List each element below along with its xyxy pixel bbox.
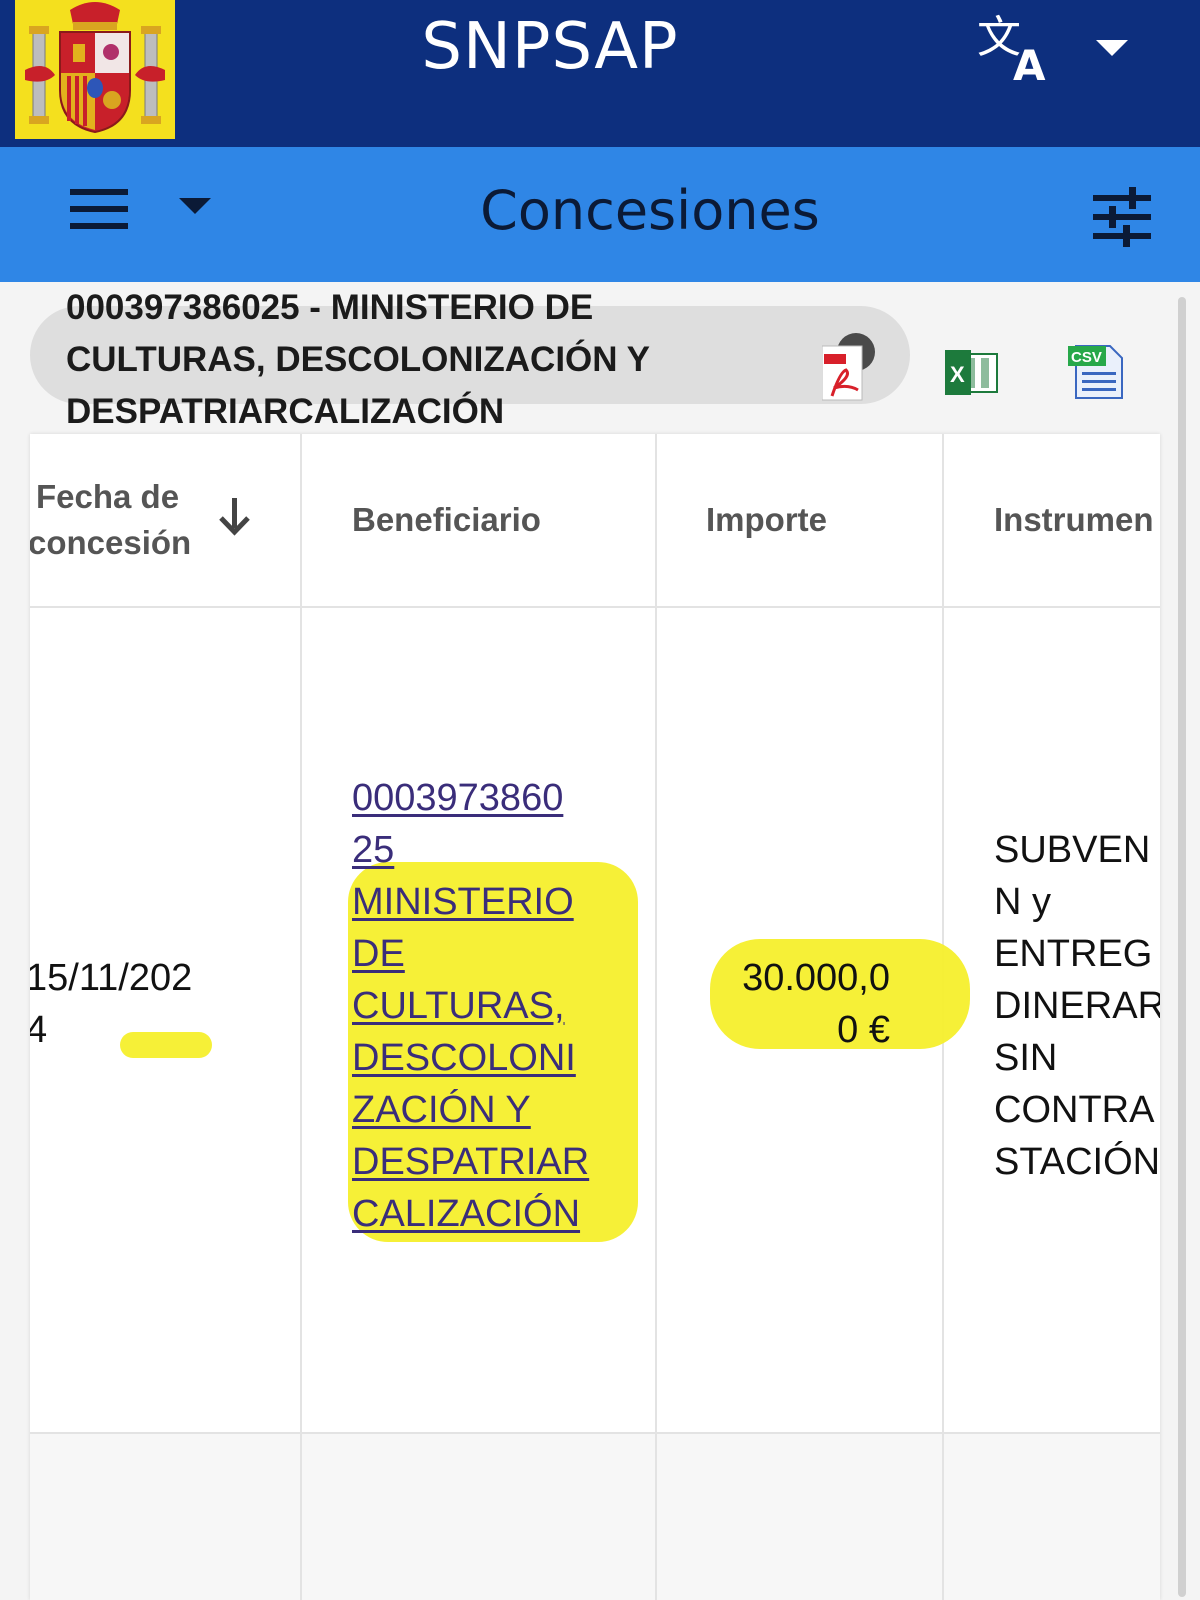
column-header-beneficiario[interactable]: Beneficiario	[352, 497, 541, 543]
caret-down-icon[interactable]	[175, 192, 215, 222]
cell-line: 4	[30, 1009, 48, 1051]
table-row[interactable]	[30, 1434, 1160, 1600]
cell-beneficiario-link[interactable]: 0003973860 25 MINISTERIO DE CULTURAS, DE…	[352, 772, 589, 1240]
translate-icon[interactable]: 文 A	[975, 8, 1065, 90]
tune-filter-icon[interactable]	[1093, 187, 1153, 247]
row-divider	[30, 606, 1160, 608]
pdf-export-icon[interactable]	[821, 332, 884, 402]
cell-line: SUBVEN	[994, 829, 1151, 871]
app-title: SNPSAP	[421, 10, 679, 84]
cell-importe: 30.000,0 0 €	[710, 952, 890, 1056]
entity-name: 000397386025 - MINISTERIO DE CULTURAS, D…	[66, 282, 786, 438]
cell-line: DESCOLONI	[352, 1037, 576, 1079]
content-area: 000397386025 - MINISTERIO DE CULTURAS, D…	[0, 282, 1200, 1600]
cell-line: SIN	[994, 1037, 1058, 1079]
svg-text:X: X	[950, 362, 965, 387]
cell-line: ENTREG	[994, 933, 1153, 975]
page-title: Concesiones	[480, 179, 820, 242]
cell-line: CALIZACIÓN	[352, 1193, 581, 1235]
cell-line: DINERAR	[994, 985, 1160, 1027]
cell-line: STACIÓN	[994, 1141, 1160, 1183]
cell-line: 15/11/202	[30, 957, 193, 999]
column-divider	[300, 1434, 302, 1600]
svg-text:A: A	[1013, 41, 1046, 88]
cell-line: DESPATRIAR	[352, 1141, 590, 1183]
cell-line: DE	[352, 933, 405, 975]
entity-name-line: CULTURAS, DESCOLONIZACIÓN Y	[66, 340, 650, 379]
svg-text:CSV: CSV	[1071, 349, 1102, 366]
excel-export-icon[interactable]: X	[945, 350, 1000, 395]
cell-instrumento: SUBVEN N y ENTREG DINERAR SIN CONTRA STA…	[994, 824, 1160, 1188]
cell-line: 0 €	[837, 1009, 890, 1051]
spain-coat-of-arms-icon	[15, 0, 175, 139]
cell-line: CONTRA	[994, 1089, 1155, 1131]
cell-fecha: 15/11/202 4	[30, 952, 192, 1056]
column-header-line: Fecha de	[36, 478, 180, 515]
cell-line: CULTURAS,	[352, 985, 565, 1027]
column-header-importe[interactable]: Importe	[706, 497, 827, 543]
concessions-table: Fecha de concesión Beneficiario Importe …	[30, 434, 1160, 1600]
cell-line: N y	[994, 881, 1051, 923]
vertical-scrollbar[interactable]	[1178, 297, 1186, 1597]
column-header-fecha[interactable]: Fecha de concesión	[30, 474, 191, 566]
hamburger-menu-icon[interactable]	[70, 185, 130, 235]
column-divider	[655, 434, 657, 1600]
column-header-instrumento[interactable]: Instrumen	[994, 497, 1154, 543]
top-app-bar: SNPSAP 文 A	[0, 0, 1200, 147]
entity-name-line: 000397386025 - MINISTERIO DE	[66, 288, 594, 327]
cell-line: 30.000,0	[742, 957, 890, 999]
cell-line: 25	[352, 829, 395, 871]
arrow-down-icon[interactable]	[215, 494, 255, 538]
column-divider	[300, 434, 302, 1600]
csv-export-icon[interactable]: CSV	[1068, 342, 1126, 400]
cell-line: MINISTERIO	[352, 881, 574, 923]
caret-down-icon[interactable]	[1092, 28, 1132, 68]
column-divider	[942, 1434, 944, 1600]
column-header-line: concesión	[30, 524, 192, 561]
column-divider	[655, 1434, 657, 1600]
cell-line: ZACIÓN Y	[352, 1089, 531, 1131]
section-bar: Concesiones	[0, 147, 1200, 282]
cell-line: 0003973860	[352, 777, 564, 819]
entity-name-line: DESPATRIARCALIZACIÓN	[66, 392, 505, 431]
